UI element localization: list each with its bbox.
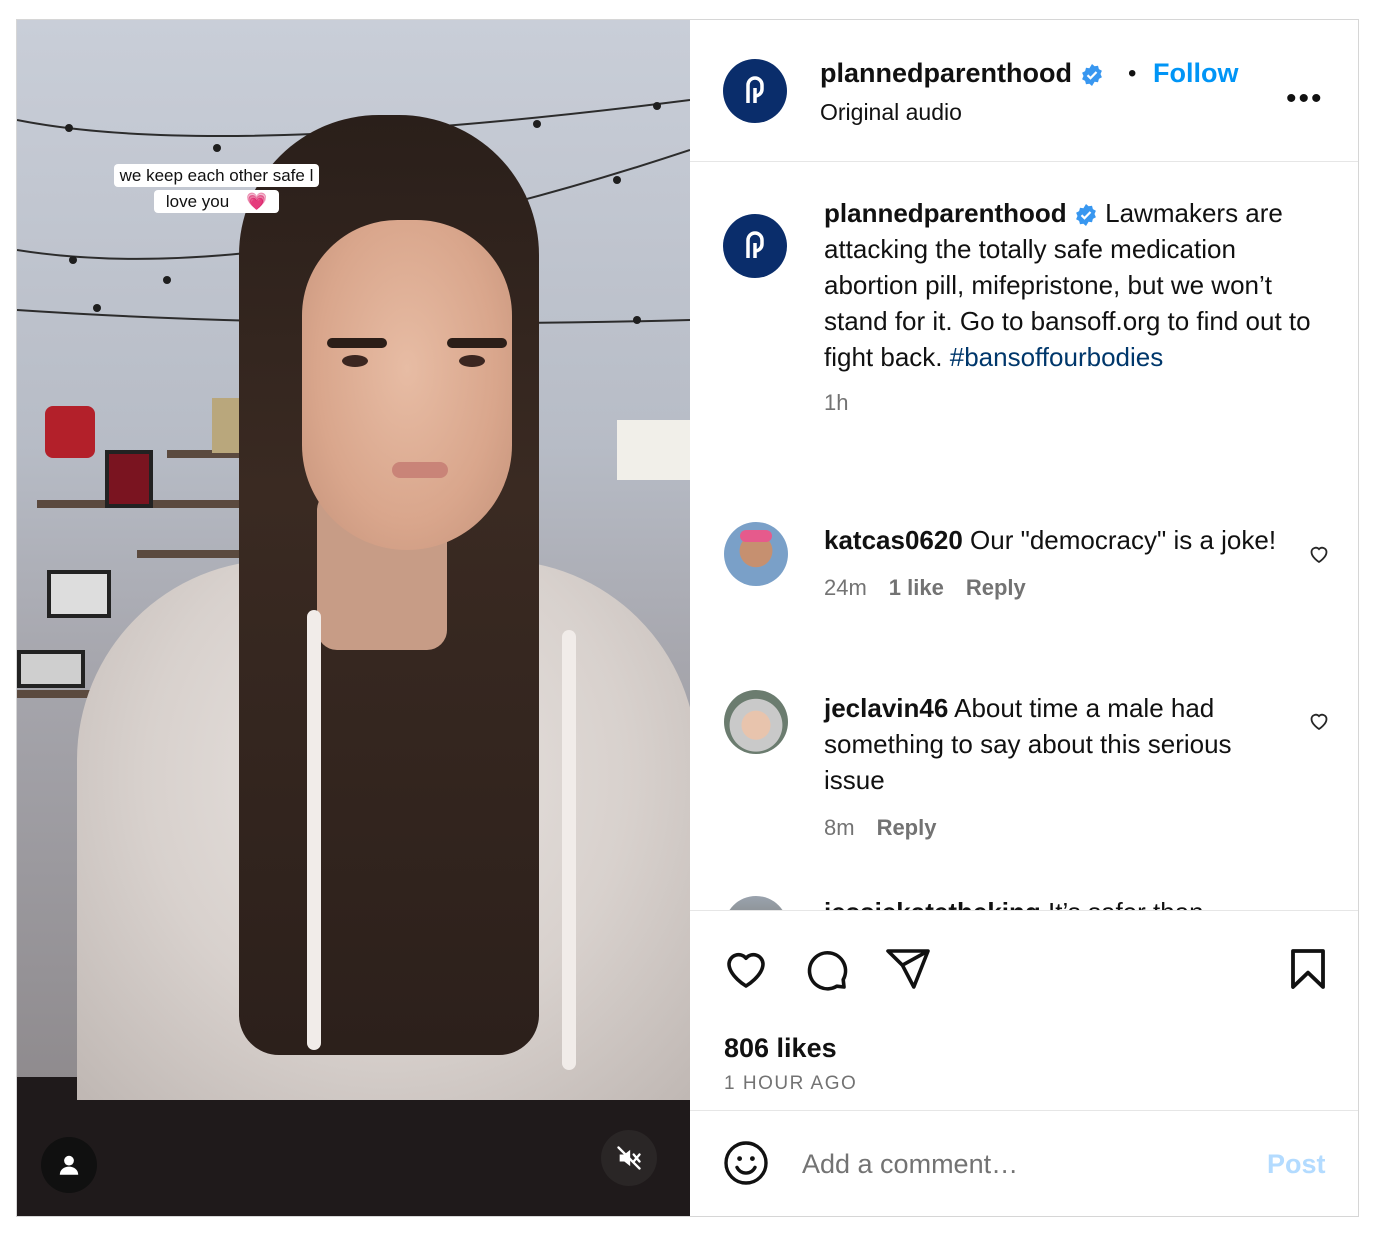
profile-avatar[interactable] [723, 59, 787, 123]
picture-frame [47, 570, 111, 618]
planned-parenthood-logo-icon [746, 231, 764, 258]
eyebrow [447, 338, 507, 348]
more-options-button[interactable]: ••• [1286, 82, 1324, 116]
eyebrow [327, 338, 387, 348]
comment-item: jeclavin46 About time a male had somethi… [824, 690, 1294, 846]
comments-scroll-area[interactable]: plannedparenthood Lawmakers are attackin… [690, 162, 1358, 910]
verified-badge-icon [1076, 204, 1096, 227]
user-icon [59, 1155, 79, 1175]
comment-reply-button[interactable]: Reply [966, 575, 1026, 600]
header-username[interactable]: plannedparenthood [820, 58, 1072, 88]
comment-like-count[interactable]: 1 like [889, 575, 944, 600]
comment-username[interactable]: katcas0620 [824, 525, 963, 555]
red-bag [45, 406, 95, 458]
heart-emoji: 💗 [239, 190, 274, 213]
header-username-row: plannedparenthood [820, 58, 1104, 89]
share-send-icon[interactable] [884, 945, 932, 993]
muted-speaker-icon [617, 1146, 641, 1170]
caption-time: 1h [824, 390, 849, 415]
comment-heart-icon[interactable] [1307, 542, 1331, 566]
caption-username[interactable]: plannedparenthood [824, 198, 1067, 228]
hoodie-string [562, 630, 576, 1070]
tagged-users-button[interactable] [41, 1137, 97, 1193]
face [302, 220, 512, 550]
post-header: plannedparenthood • Follow Original audi… [690, 20, 1358, 162]
comment-text: Our "democracy" is a joke! [970, 525, 1277, 555]
like-heart-icon[interactable] [722, 945, 770, 993]
video-caption-line2: love you [159, 190, 236, 213]
comment-avatar[interactable] [724, 522, 788, 586]
hoodie-string [307, 610, 321, 1050]
comment-bubble-icon[interactable] [802, 945, 850, 993]
eye [459, 355, 485, 367]
eye [342, 355, 368, 367]
net-decoration [617, 420, 690, 480]
post-comment-button[interactable]: Post [1267, 1149, 1326, 1180]
video-caption-line1: we keep each other safe l [113, 164, 320, 187]
comment-time: 24m [824, 575, 867, 600]
original-audio-link[interactable]: Original audio [820, 99, 962, 126]
comment-username[interactable]: jessiekatetheking [824, 897, 1041, 910]
video-caption: we keep each other safe l love you 💗 [93, 163, 340, 215]
post-sidebar: plannedparenthood • Follow Original audi… [690, 20, 1358, 1216]
emoji-icon[interactable] [722, 1139, 770, 1187]
comment-username[interactable]: jeclavin46 [824, 693, 948, 723]
action-bar: 806 likes 1 HOUR AGO [690, 910, 1358, 1111]
mute-button[interactable] [601, 1130, 657, 1186]
verified-badge-icon [1081, 63, 1102, 86]
caption-hashtag[interactable]: #bansoffourbodies [950, 342, 1163, 372]
comment-heart-icon[interactable] [1307, 709, 1331, 733]
comment-input[interactable] [800, 1139, 1244, 1189]
picture-frame [105, 450, 153, 508]
post-card: we keep each other safe l love you 💗 pla… [16, 19, 1359, 1217]
picture-frame [17, 650, 85, 688]
post-timestamp: 1 HOUR AGO [724, 1073, 858, 1094]
caption-avatar[interactable] [723, 214, 787, 278]
planned-parenthood-logo-icon [746, 76, 764, 103]
video-player[interactable]: we keep each other safe l love you 💗 [17, 20, 690, 1216]
comment-composer: Post [690, 1110, 1358, 1217]
comment-avatar[interactable] [724, 896, 788, 910]
comment-avatar[interactable] [724, 690, 788, 754]
comment-reply-button[interactable]: Reply [877, 815, 937, 840]
comment-item: katcas0620 Our "democracy" is a joke! 24… [824, 522, 1294, 606]
separator-dot: • [1128, 60, 1137, 87]
post-caption: plannedparenthood Lawmakers are attackin… [824, 195, 1314, 421]
likes-count[interactable]: 806 likes [724, 1033, 837, 1064]
bookmark-icon[interactable] [1284, 945, 1332, 993]
comment-item: jessiekatetheking It’s safer than [824, 894, 1294, 910]
mouth [392, 462, 448, 478]
comment-time: 8m [824, 815, 855, 840]
comment-text: It’s safer than [1048, 897, 1204, 910]
follow-button[interactable]: Follow [1153, 58, 1238, 89]
